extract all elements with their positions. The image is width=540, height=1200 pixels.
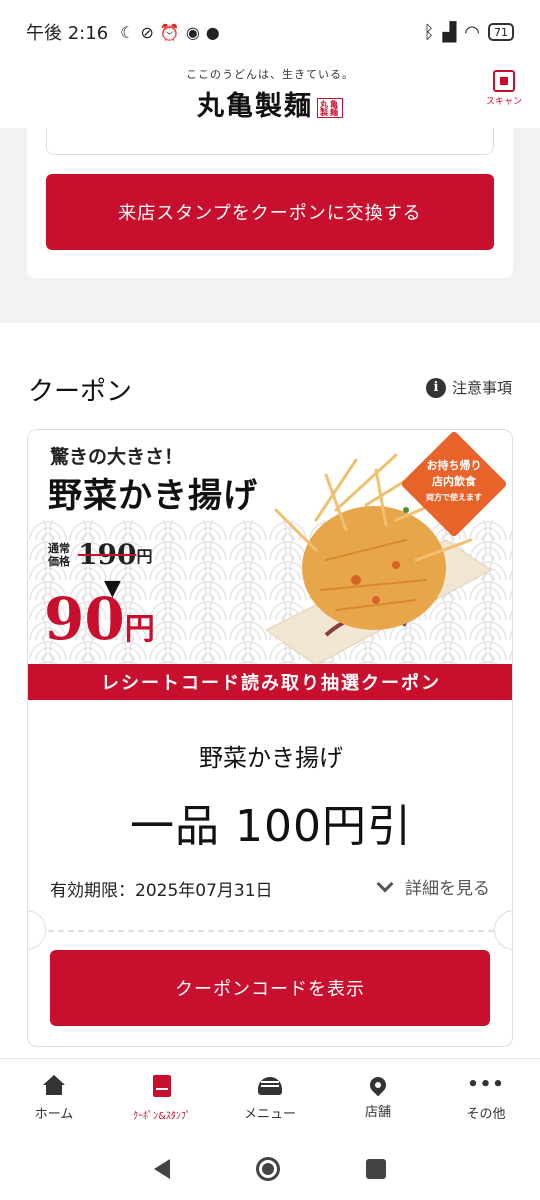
line-app-icon: ● [205,22,220,42]
nav-menu-label: メニュー [243,1107,296,1122]
regular-price-yen: 円 [136,546,153,566]
nav-more[interactable]: ••• その他 [432,1059,540,1138]
stamp-card-inner [46,128,494,155]
coupon-card: 驚きの大きさ！ 野菜かき揚げ 通常価格 190 円 ▼ 90円 お持ち帰り 店内… [27,429,513,1047]
home-icon [43,1075,65,1095]
ticket-notch-right [494,910,512,950]
exchange-stamp-button[interactable]: 来店スタンプをクーポンに交換する [46,174,494,250]
section-title: クーポン [28,377,133,407]
stamp-card: 来店スタンプをクーポンに交換する [27,128,513,278]
coupon-expiry: 有効期限：2025年07月31日 [50,881,273,901]
status-left: 午後 2:16 ☾ ⊘ ⏰ ◉ ● [26,19,220,45]
notes-link[interactable]: i 注意事項 [425,377,512,398]
banner-catchphrase: 驚きの大きさ！ [50,446,184,468]
coupon-banner: 驚きの大きさ！ 野菜かき揚げ 通常価格 190 円 ▼ 90円 お持ち帰り 店内… [28,430,512,700]
coupon-item-name: 野菜かき揚げ [199,744,343,772]
battery-icon: 71 [488,23,514,41]
banner-regular-price: 通常価格 190 円 [48,538,152,571]
notes-link-label: 注意事項 [451,379,512,397]
ticket-divider [48,930,494,932]
scan-label: スキャン [485,97,522,107]
nav-stores-label: 店舗 [364,1105,391,1120]
banner-ribbon: レシートコード読み取り抽選クーポン [28,664,512,700]
coupon-discount: 一品 100円引 [130,801,412,852]
coupon-icon [153,1075,171,1097]
nav-more-label: その他 [466,1107,506,1122]
detail-link[interactable]: 詳細を見る [376,874,490,899]
sale-price-value: 90 [44,585,125,653]
nav-menu[interactable]: メニュー [216,1059,324,1138]
banner-product-name: 野菜かき揚げ [48,476,258,516]
home-circle-icon[interactable] [256,1157,280,1181]
recent-apps-icon[interactable] [366,1159,386,1179]
mute-icon: ⊘ [140,22,154,42]
brand-logo: 丸亀製麺 丸亀 製麺 [0,84,540,123]
bluetooth-icon: ᛒ [423,21,435,43]
scan-button[interactable]: スキャン [478,70,530,107]
alarm-icon: ⏰ [159,22,180,42]
status-right: ᛒ ▟ ◠ 71 [424,22,514,43]
badge-line-2: 店内飲食 [432,475,476,488]
moon-icon: ☾ [120,22,135,42]
regular-price-value: 190 [78,538,137,571]
system-nav-bar [0,1138,540,1200]
more-dots-icon: ••• [467,1074,505,1095]
bottom-nav: ホーム ｸｰﾎﾟﾝ&ｽﾀﾝﾌﾟ メニュー 店舗 ••• その他 [0,1058,540,1138]
status-notification-icons: ☾ ⊘ ⏰ ◉ ● [120,23,220,42]
nav-coupon-stamp[interactable]: ｸｰﾎﾟﾝ&ｽﾀﾝﾌﾟ [108,1059,216,1138]
show-coupon-code-button[interactable]: クーポンコードを表示 [50,950,490,1026]
wifi-icon: ◠ [464,21,480,43]
brand-seal-icon: 丸亀 製麺 [317,97,343,118]
location-pin-icon [366,1073,390,1097]
nav-coupon-label: ｸｰﾎﾟﾝ&ｽﾀﾝﾌﾟ [133,1111,191,1122]
signal-icon: ▟ [442,21,457,43]
banner-sale-price: 90円 [44,590,155,648]
sale-price-yen: 円 [124,612,155,647]
detail-link-label: 詳細を見る [405,879,490,899]
status-bar: 午後 2:16 ☾ ⊘ ⏰ ◉ ● ᛒ ▟ ◠ 71 [0,0,540,64]
nav-home[interactable]: ホーム [0,1059,108,1138]
ticket-notch-left [28,910,46,950]
app-notification-icon: ◉ [185,22,200,42]
status-time: 午後 2:16 [26,23,109,44]
brand-tagline: ここのうどんは、生きている。 [186,68,354,81]
udon-bowl-icon [258,1077,282,1095]
coupon-section: クーポン i 注意事項 驚きの大きさ！ 野菜かき揚げ 通常価格 190 円 ▼ … [0,323,540,1063]
nav-home-label: ホーム [34,1107,74,1122]
qr-scan-icon [493,70,515,92]
brand-logo-text: 丸亀製麺 [197,91,313,122]
badge-line-3: 両方で使えます [426,493,482,502]
chevron-down-icon [376,875,394,892]
info-icon: i [425,377,446,398]
takeout-badge-text: お持ち帰り 店内飲食 両方で使えます [410,458,498,506]
back-icon[interactable] [154,1159,170,1179]
app-header: ここのうどんは、生きている。 丸亀製麺 丸亀 製麺 スキャン [0,58,540,128]
badge-line-1: お持ち帰り [426,459,482,472]
nav-stores[interactable]: 店舗 [324,1059,432,1138]
regular-price-label: 通常価格 [48,541,70,568]
